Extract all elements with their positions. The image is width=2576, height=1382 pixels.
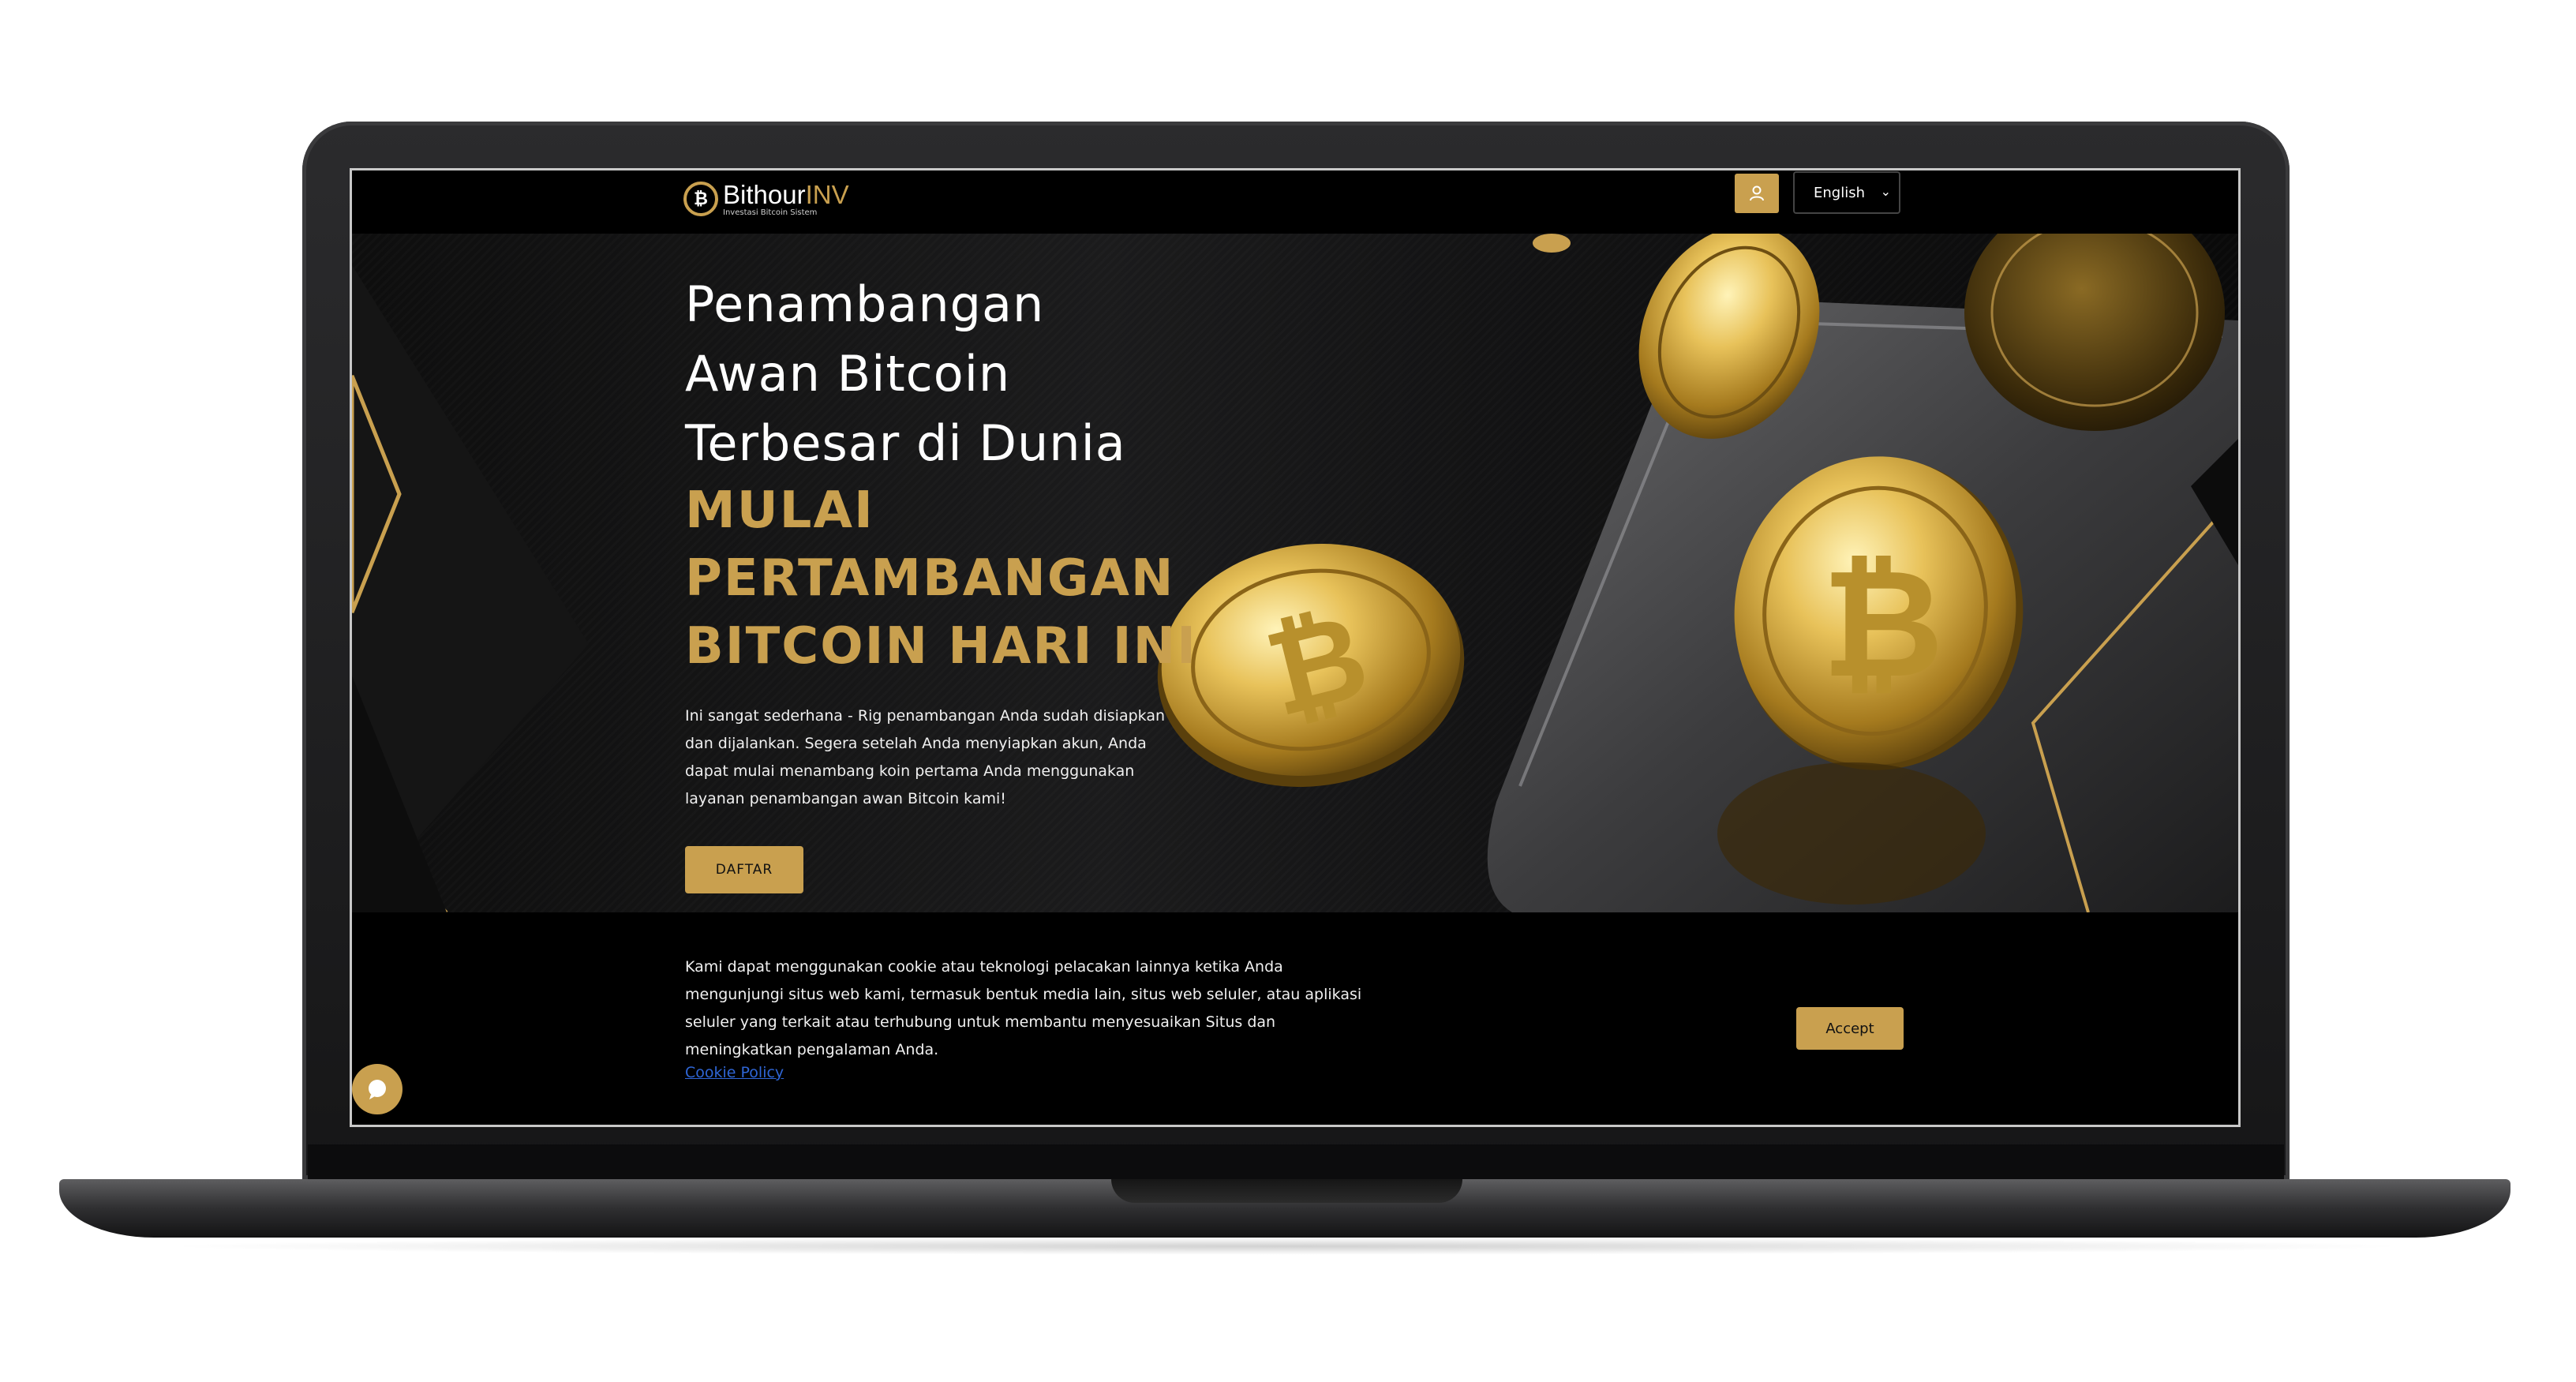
hero-title-line: Awan Bitcoin [685,345,1011,403]
hero-description: Ini sangat sederhana - Rig penambangan A… [685,707,1165,807]
svg-text:₿: ₿ [1822,537,1944,711]
laptop-chin [308,1144,2284,1179]
hero-title: Penambangan Awan Bitcoin Terbesar di Dun… [685,270,1316,478]
logo-tagline: Investasi Bitcoin Sistem [723,208,818,217]
cookie-banner: Kami dapat menggunakan cookie atau tekno… [352,912,2238,1125]
language-select[interactable]: English ⌄ [1793,171,1900,214]
logo-name-main: Bithour [723,179,806,209]
register-button[interactable]: DAFTAR [685,846,803,893]
logo-text: BithourINV Investasi Bitcoin Sistem [723,182,849,217]
hero-section: ₿ ₿ Penambangan Awan Bitcoin Terbesar di… [352,234,2238,912]
hero-highlight: MULAI PERTAMBANGAN BITCOIN HARI INI [685,477,1380,680]
hero-highlight-line: PERTAMBANGAN [685,549,1175,608]
user-account-button[interactable] [1735,174,1779,213]
chat-icon [369,1080,386,1099]
nav-contact[interactable]: Contact [1626,185,1675,200]
user-icon [1750,185,1764,201]
language-value: English [1814,184,1865,201]
chat-widget-button[interactable] [352,1064,402,1114]
nav-home[interactable]: Home [1359,185,1396,200]
browser-screen: ₿ BithourINV Investasi Bitcoin Sistem Ho… [352,170,2238,1125]
logo-name: BithourINV [723,182,849,208]
chevron-down-icon: ⌄ [1880,184,1891,199]
nav-about[interactable]: About [1487,185,1524,200]
nav-blog[interactable]: Blog [1564,185,1592,200]
logo-name-accent: INV [805,179,849,209]
hero-highlight-line: BITCOIN HARI INI [685,617,1197,676]
cookie-policy-link[interactable]: Cookie Policy [685,1064,784,1081]
nav-plan[interactable]: Plan [1427,185,1454,200]
navbar: ₿ BithourINV Investasi Bitcoin Sistem Ho… [352,170,2238,234]
hero-title-line: Terbesar di Dunia [685,414,1126,472]
hero-highlight-line: MULAI [685,481,874,540]
laptop-notch [1111,1179,1462,1203]
site-logo[interactable]: ₿ BithourINV Investasi Bitcoin Sistem [683,175,849,223]
accept-cookies-button[interactable]: Accept [1796,1007,1904,1050]
cookie-text: Kami dapat menggunakan cookie atau tekno… [685,958,1362,1058]
logo-coin-icon: ₿ [683,182,718,216]
laptop-shadow [158,1238,2415,1255]
hero-title-line: Penambangan [685,275,1045,333]
